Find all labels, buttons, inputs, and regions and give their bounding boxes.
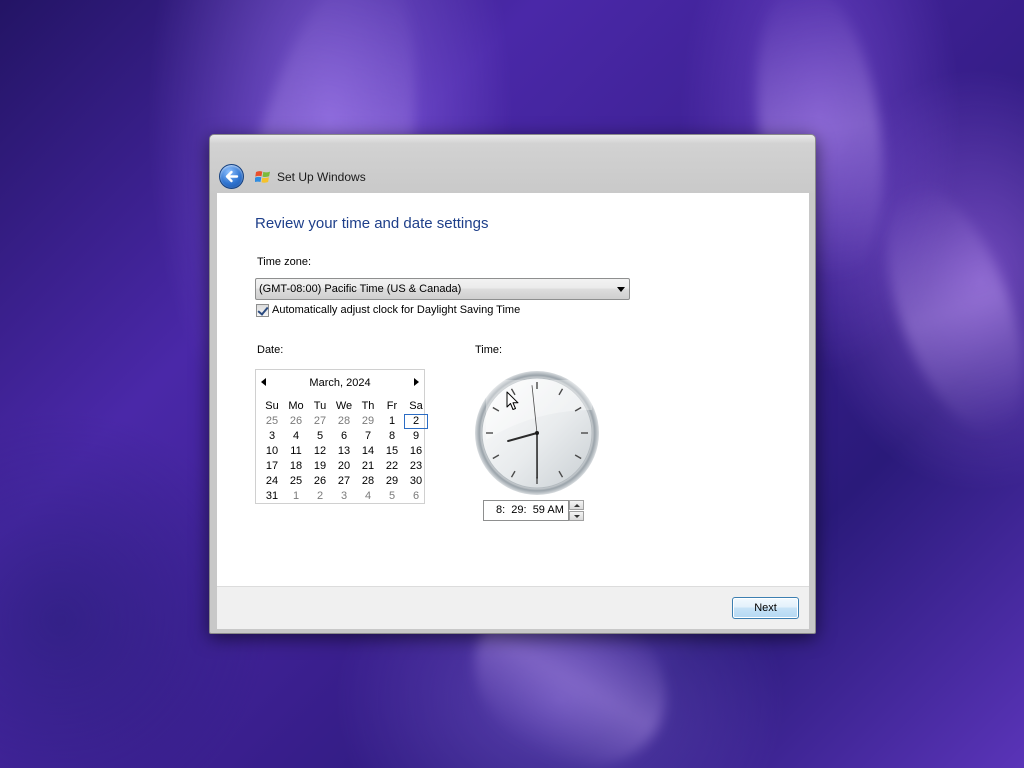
weekday-header: Sa — [409, 400, 423, 412]
mouse-pointer-icon — [506, 391, 519, 410]
calendar-day[interactable]: 29 — [356, 414, 380, 429]
dst-checkbox[interactable] — [256, 304, 269, 317]
calendar-month-title[interactable]: March, 2024 — [256, 377, 424, 389]
weekday-header: Th — [361, 400, 375, 412]
calendar-day[interactable]: 30 — [404, 474, 428, 489]
calendar-day[interactable]: 7 — [356, 429, 380, 444]
window-title: Set Up Windows — [277, 170, 366, 184]
back-button[interactable] — [219, 164, 244, 189]
calendar-day[interactable]: 18 — [284, 459, 308, 474]
calendar-day[interactable]: 5 — [380, 489, 404, 504]
back-arrow-icon — [225, 170, 239, 183]
calendar-day[interactable]: 17 — [260, 459, 284, 474]
calendar-day[interactable]: 29 — [380, 474, 404, 489]
calendar-day[interactable]: 3 — [332, 489, 356, 504]
calendar-day[interactable]: 4 — [356, 489, 380, 504]
time-input[interactable]: 8: 29: 59 AM — [483, 500, 569, 521]
calendar-day[interactable]: 20 — [332, 459, 356, 474]
date-label: Date: — [257, 344, 284, 356]
content-panel: Review your time and date settings Time … — [217, 193, 809, 586]
calendar-day[interactable]: 11 — [284, 444, 308, 459]
calendar-day[interactable]: 27 — [332, 474, 356, 489]
analog-clock — [475, 371, 599, 495]
calendar-day[interactable]: 28 — [332, 414, 356, 429]
calendar-day[interactable]: 19 — [308, 459, 332, 474]
weekday-header: Tu — [313, 400, 327, 412]
calendar-day[interactable]: 26 — [308, 474, 332, 489]
calendar-day[interactable]: 13 — [332, 444, 356, 459]
spin-down-icon[interactable] — [569, 511, 584, 521]
timezone-dropdown[interactable]: (GMT-08:00) Pacific Time (US & Canada) — [255, 278, 630, 300]
next-button[interactable]: Next — [732, 597, 799, 619]
calendar-day[interactable]: 27 — [308, 414, 332, 429]
calendar-day[interactable]: 22 — [380, 459, 404, 474]
setup-dialog: Set Up Windows Review your time and date… — [209, 134, 816, 634]
weekday-header: Su — [265, 400, 279, 412]
calendar-day[interactable]: 23 — [404, 459, 428, 474]
calendar-day[interactable]: 1 — [380, 414, 404, 429]
dst-label[interactable]: Automatically adjust clock for Daylight … — [272, 304, 520, 316]
calendar-day[interactable]: 14 — [356, 444, 380, 459]
calendar-day[interactable]: 2 — [404, 414, 428, 429]
calendar-day[interactable]: 10 — [260, 444, 284, 459]
time-spinner[interactable] — [569, 500, 584, 521]
title-bar: Set Up Windows — [210, 135, 815, 193]
calendar-day[interactable]: 4 — [284, 429, 308, 444]
spin-up-icon[interactable] — [569, 500, 584, 510]
weekday-header: Fr — [386, 400, 398, 412]
calendar-day[interactable]: 5 — [308, 429, 332, 444]
calendar-day[interactable]: 3 — [260, 429, 284, 444]
calendar-day[interactable]: 16 — [404, 444, 428, 459]
time-value: 8: 29: 59 AM — [496, 504, 564, 516]
calendar-day[interactable]: 15 — [380, 444, 404, 459]
calendar-day[interactable]: 2 — [308, 489, 332, 504]
calendar-day[interactable]: 21 — [356, 459, 380, 474]
windows-logo-icon — [255, 171, 270, 183]
time-label: Time: — [475, 344, 503, 356]
calendar-day[interactable]: 24 — [260, 474, 284, 489]
weekday-header: Mo — [288, 400, 304, 412]
calendar-day[interactable]: 6 — [332, 429, 356, 444]
calendar-day[interactable]: 31 — [260, 489, 284, 504]
next-month-icon[interactable] — [414, 378, 419, 386]
calendar-day[interactable]: 26 — [284, 414, 308, 429]
calendar-day[interactable]: 28 — [356, 474, 380, 489]
calendar-day[interactable]: 25 — [260, 414, 284, 429]
calendar-day[interactable]: 6 — [404, 489, 428, 504]
timezone-value: (GMT-08:00) Pacific Time (US & Canada) — [259, 283, 462, 295]
calendar-grid: Su Mo Tu We Th Fr Sa 25 26 27 28 29 1 2 3 4 5 6 7 8 9 10 11 12 1… — [260, 399, 428, 504]
page-title: Review your time and date settings — [255, 215, 489, 232]
timezone-label: Time zone: — [257, 256, 312, 268]
calendar-day[interactable]: 25 — [284, 474, 308, 489]
chevron-down-icon — [617, 287, 625, 292]
dialog-footer: Next — [217, 586, 809, 629]
calendar-day[interactable]: 1 — [284, 489, 308, 504]
calendar-day[interactable]: 8 — [380, 429, 404, 444]
calendar-day[interactable]: 12 — [308, 444, 332, 459]
wallpaper-streak — [858, 169, 1024, 451]
weekday-header: We — [335, 400, 353, 412]
date-calendar[interactable]: March, 2024 Su Mo Tu We Th Fr Sa 25 26 27 28 29 1 2 3 4… — [255, 369, 428, 504]
calendar-day[interactable]: 9 — [404, 429, 428, 444]
